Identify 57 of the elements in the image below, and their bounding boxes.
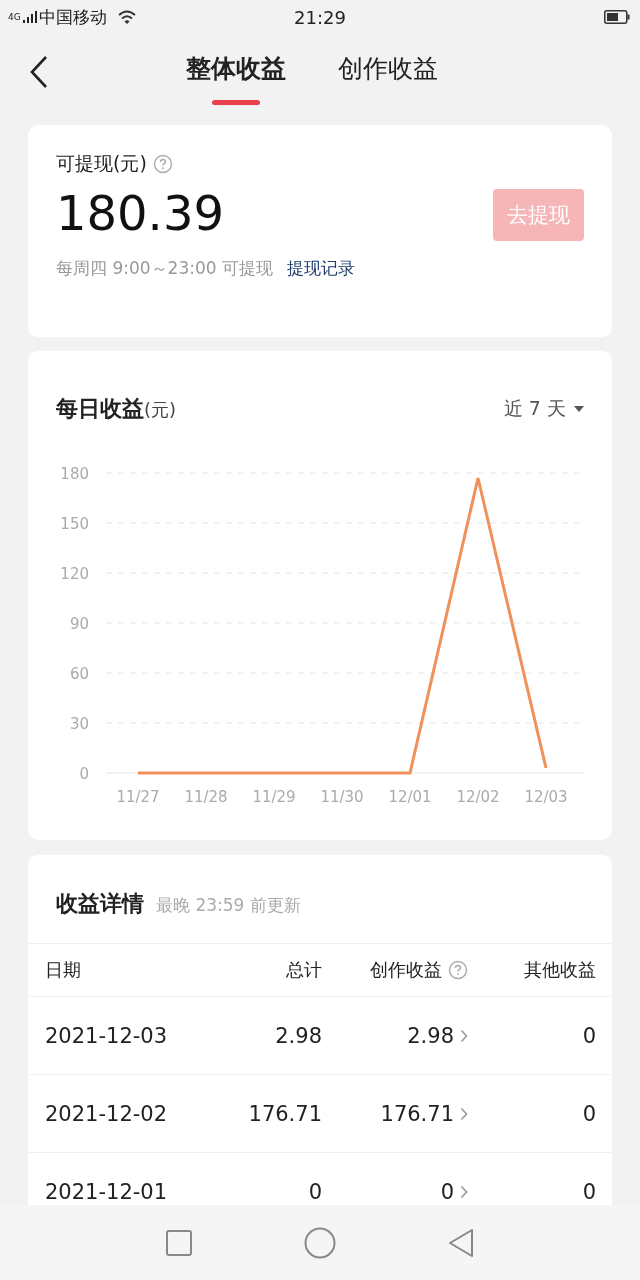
column-header: 创作收益 <box>370 958 442 982</box>
x-tick-label: 11/28 <box>184 788 228 806</box>
signal-icon <box>22 10 37 24</box>
chevron-icon <box>460 1184 468 1199</box>
table-cell-text: 0 <box>581 1023 596 1048</box>
table-cell-text: 2021-12-03 <box>45 1023 169 1048</box>
wifi-icon <box>116 9 137 25</box>
y-tick-label: 30 <box>69 715 89 733</box>
table-cell-text: 2.98 <box>274 1023 322 1048</box>
caret-icon <box>574 405 584 413</box>
status-time: 21:29 <box>294 6 346 28</box>
battery-icon <box>604 10 630 24</box>
network-label: 4G <box>8 11 21 22</box>
column-header: 总计 <box>286 958 322 982</box>
y-tick-label: 180 <box>60 465 89 483</box>
back-nav-button[interactable] <box>446 1227 475 1258</box>
column-header: 其他收益 <box>524 958 596 982</box>
table-cell-text: 2021-12-01 <box>45 1179 169 1204</box>
section-title: 收益详情 <box>56 890 144 918</box>
y-tick-label: 60 <box>69 665 89 683</box>
home-button[interactable] <box>304 1226 336 1259</box>
withdraw-history-link[interactable]: 提现记录 <box>287 257 355 280</box>
tab[interactable]: 整体收益 <box>186 34 286 110</box>
back-button[interactable] <box>28 54 50 90</box>
table-cell-text: 0 <box>307 1179 322 1204</box>
update-note: 最晚 23:59 前更新 <box>156 894 301 917</box>
balance-label: 可提现(元) <box>56 151 147 176</box>
y-tick-label: 90 <box>69 615 89 633</box>
table-cell[interactable]: 176.71 <box>380 1101 454 1126</box>
x-tick-label: 12/01 <box>388 788 432 806</box>
range-dropdown[interactable]: 近 7 天 <box>503 396 584 422</box>
help-icon <box>448 960 468 980</box>
help-icon <box>152 154 173 174</box>
y-tick-label: 120 <box>60 565 89 583</box>
section-title: 每日收益 <box>56 396 144 421</box>
tab[interactable]: 创作收益 <box>338 34 438 110</box>
y-tick-label: 0 <box>79 765 89 783</box>
unit-label: (元) <box>144 399 177 420</box>
x-tick-label: 12/02 <box>456 788 500 806</box>
table-cell-text: 2021-12-02 <box>45 1101 169 1126</box>
withdraw-hours-note: 每周四 9:00～23:00 可提现 <box>56 257 273 280</box>
y-tick-label: 150 <box>60 515 89 533</box>
table-cell-text: 0 <box>581 1179 596 1204</box>
table-cell[interactable]: 0 <box>440 1179 454 1204</box>
carrier-name: 中国移动 <box>38 5 107 29</box>
x-tick-label: 12/03 <box>524 788 568 806</box>
table-cell-text: 176.71 <box>247 1101 322 1126</box>
table-cell-text: 0 <box>581 1101 596 1126</box>
x-tick-label: 11/29 <box>252 788 296 806</box>
recent-apps-button[interactable] <box>165 1228 194 1257</box>
chevron-icon <box>460 1106 468 1121</box>
x-tick-label: 11/30 <box>320 788 364 806</box>
column-header: 日期 <box>45 958 81 982</box>
table-cell[interactable]: 2.98 <box>407 1023 454 1048</box>
x-tick-label: 11/27 <box>116 788 160 806</box>
chevron-icon <box>460 1028 468 1043</box>
balance-amount: 180.39 <box>56 185 224 241</box>
